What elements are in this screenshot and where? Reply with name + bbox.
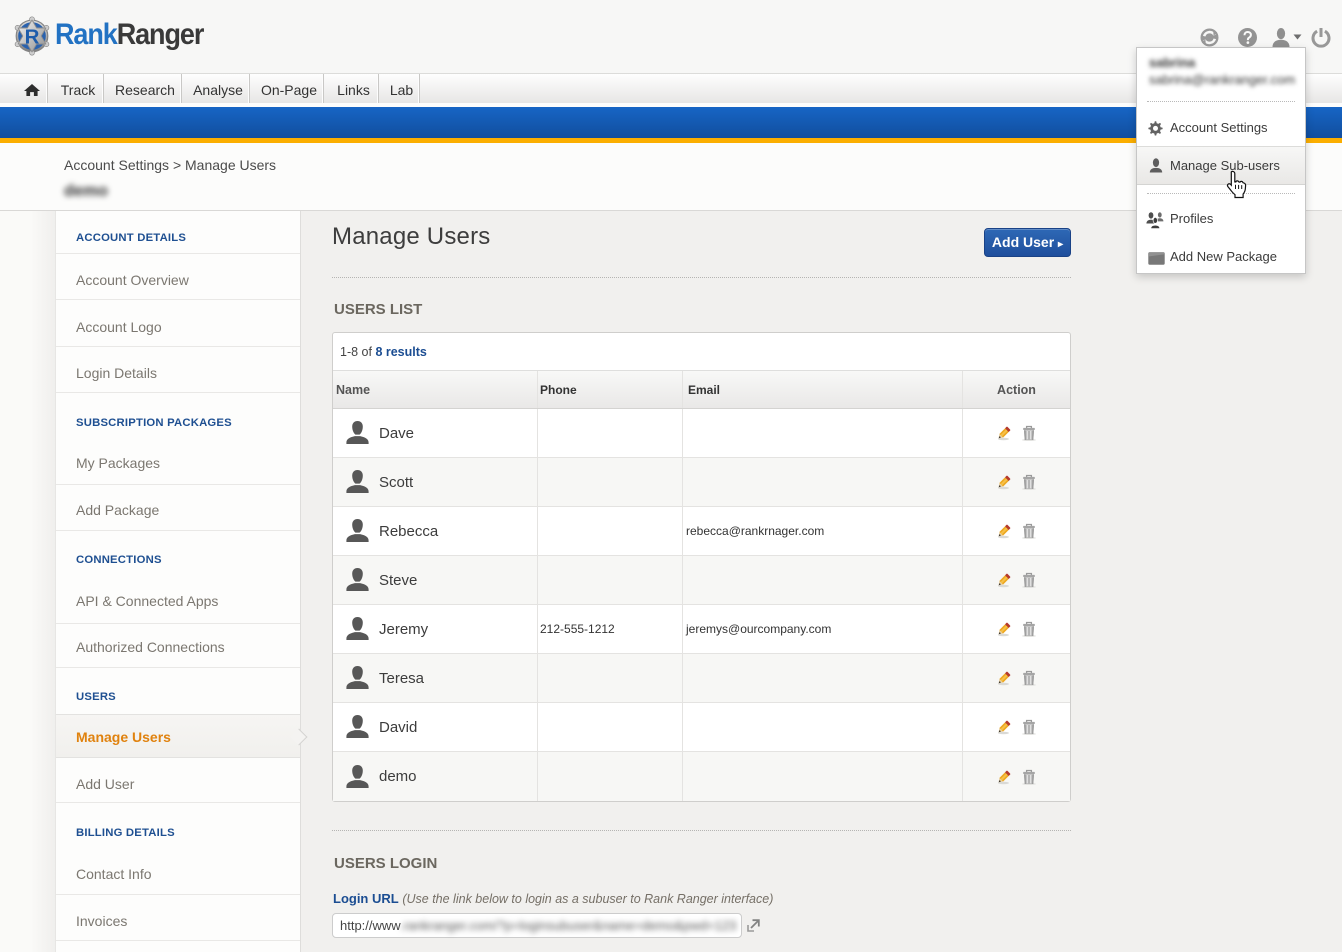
svg-text:R: R [25, 25, 40, 48]
